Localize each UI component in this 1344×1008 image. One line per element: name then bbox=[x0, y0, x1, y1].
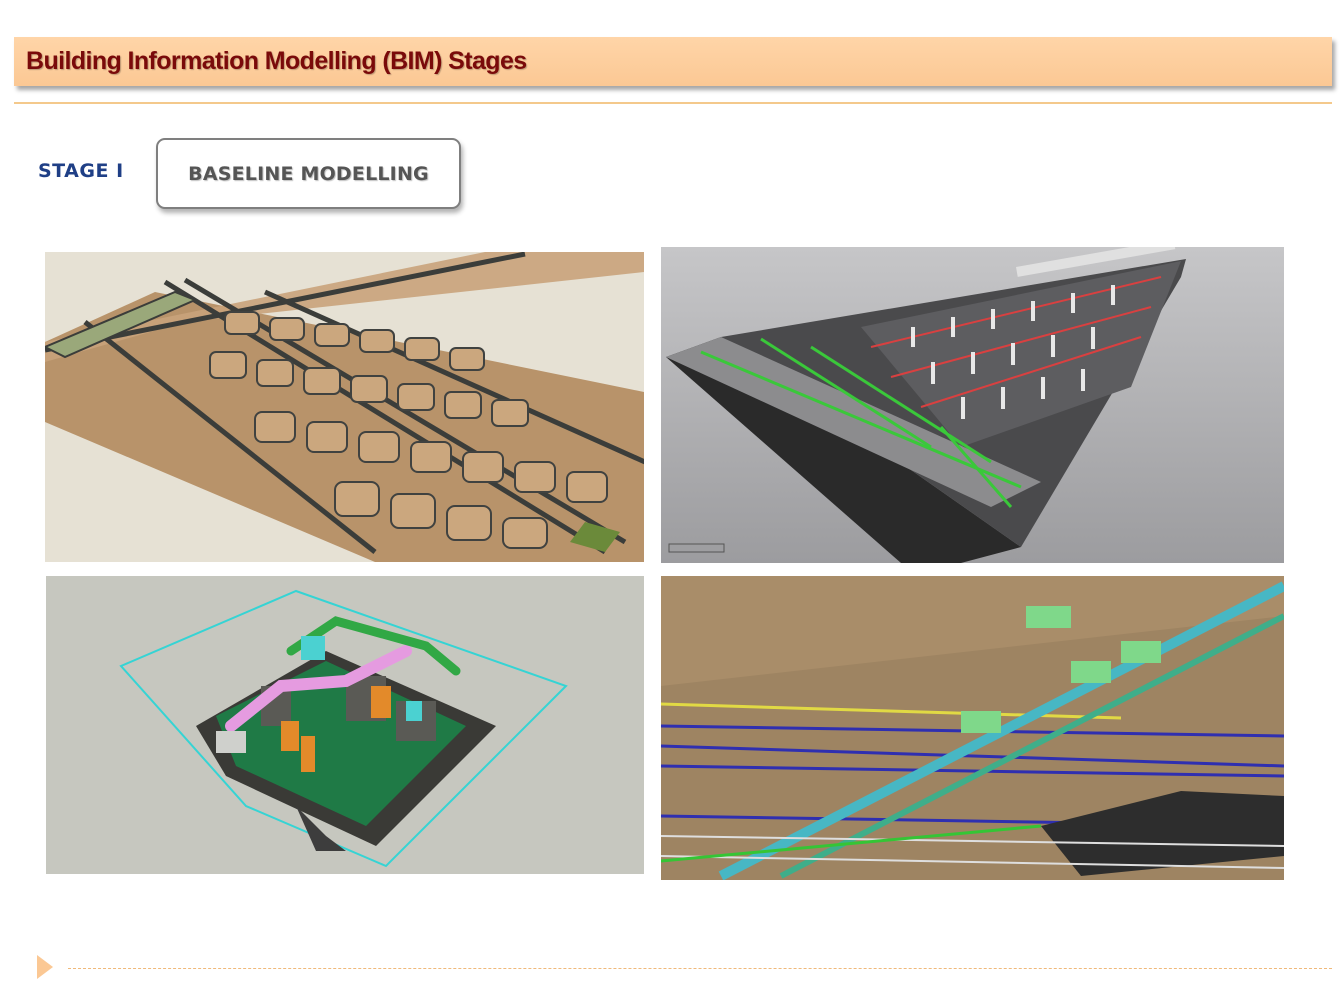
slide-title: Building Information Modelling (BIM) Sta… bbox=[26, 47, 527, 75]
footer-arrow-icon bbox=[37, 955, 53, 979]
stage-label: STAGE I bbox=[38, 160, 124, 182]
stage-name-box: BASELINE MODELLING bbox=[156, 138, 461, 209]
stage-name: BASELINE MODELLING bbox=[188, 162, 429, 185]
title-bar: Building Information Modelling (BIM) Sta… bbox=[14, 37, 1332, 86]
station-structure-model bbox=[661, 247, 1284, 563]
site-road-masterplan-model bbox=[45, 252, 644, 562]
plant-room-mep-model bbox=[46, 576, 644, 874]
title-divider bbox=[14, 102, 1332, 104]
ceiling-services-model bbox=[661, 576, 1284, 880]
footer-divider bbox=[68, 968, 1332, 969]
